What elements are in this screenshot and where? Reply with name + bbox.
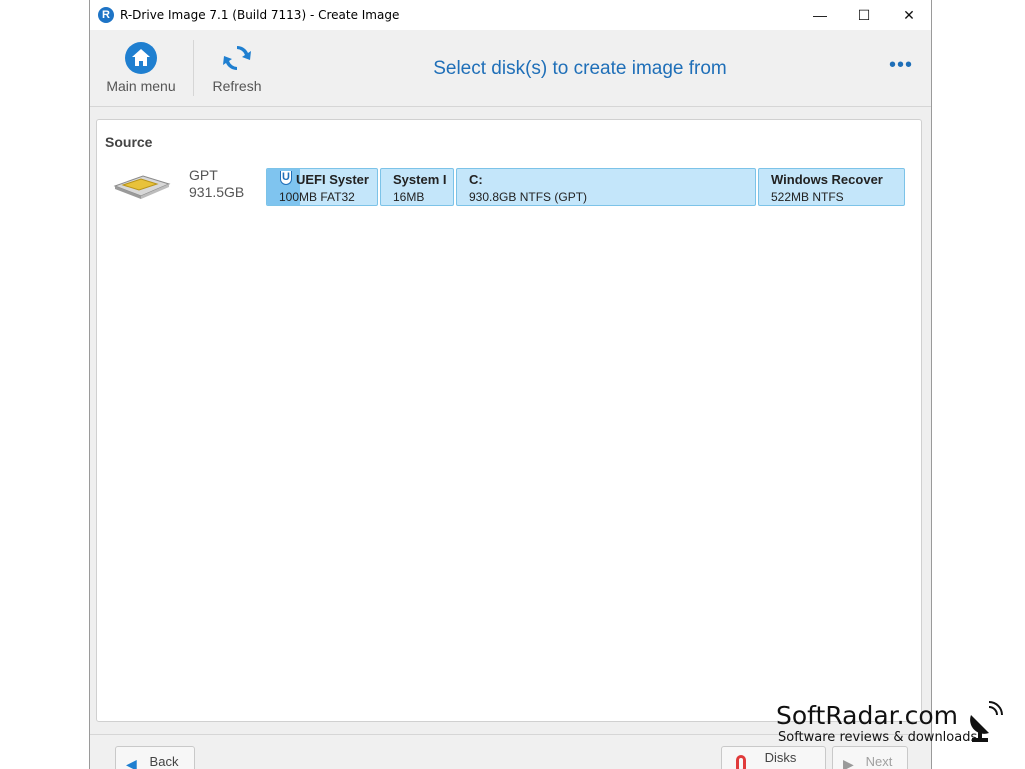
softradar-watermark: SoftRadar.com Software reviews & downloa… — [776, 701, 1025, 751]
toolbar: Main menu Refresh Select disk(s) to crea… — [90, 30, 931, 107]
disks-label: Disks — [764, 750, 797, 765]
partition-info: 100MB FAT32 — [279, 190, 355, 204]
satellite-dish-icon — [970, 701, 1003, 742]
disk-red-icon — [736, 755, 746, 769]
partition-uefi[interactable]: U UEFI Syster 100MB FAT32 — [266, 168, 378, 206]
refresh-label: Refresh — [212, 78, 262, 94]
partition-name: Windows Recover — [771, 172, 883, 187]
partition-name: UEFI Syster — [296, 172, 369, 187]
home-icon — [125, 42, 157, 74]
source-heading: Source — [105, 134, 153, 150]
app-window: R R-Drive Image 7.1 (Build 7113) - Creat… — [89, 0, 932, 769]
usb-marker-icon: U — [280, 171, 292, 185]
partition-name: C: — [469, 172, 483, 187]
back-button[interactable]: ◀ Back — [115, 746, 195, 769]
main-menu-button[interactable]: Main menu — [96, 42, 186, 94]
next-arrow-icon: ▶ — [843, 756, 854, 769]
partition-name: System I — [393, 172, 447, 187]
next-label: Next — [865, 754, 893, 769]
maximize-button[interactable]: ☐ — [841, 0, 887, 30]
main-menu-label: Main menu — [106, 78, 176, 94]
refresh-button[interactable]: Refresh — [192, 42, 282, 94]
minimize-button[interactable]: — — [797, 0, 843, 30]
refresh-icon — [223, 45, 251, 71]
watermark-subtitle: Software reviews & downloads — [778, 730, 978, 745]
partition-windows-recovery[interactable]: Windows Recover 522MB NTFS — [758, 168, 905, 206]
partition-system[interactable]: System I 16MB — [380, 168, 454, 206]
page-heading: Select disk(s) to create image from — [433, 58, 727, 79]
title-bar: R R-Drive Image 7.1 (Build 7113) - Creat… — [90, 0, 931, 30]
disk-type: GPT — [189, 167, 218, 183]
app-logo-icon: R — [98, 7, 114, 23]
watermark-title: SoftRadar.com — [776, 701, 958, 730]
disk-info[interactable]: GPT 931.5GB — [189, 167, 244, 201]
disk-size: 931.5GB — [189, 184, 245, 200]
partition-info: 16MB — [393, 190, 425, 204]
back-arrow-icon: ◀ — [126, 756, 137, 769]
back-label: Back — [149, 754, 179, 769]
disk-panel: Source GPT 931.5GB U UEFI Syster 100MB F… — [96, 119, 922, 722]
partition-info: 522MB NTFS — [771, 190, 844, 204]
partition-c[interactable]: C: 930.8GB NTFS (GPT) — [456, 168, 756, 206]
disk-drive-icon — [113, 175, 171, 199]
more-options-button[interactable]: ••• — [889, 54, 913, 77]
partition-info: 930.8GB NTFS (GPT) — [469, 190, 588, 204]
close-button[interactable]: ✕ — [886, 0, 931, 30]
window-title: R-Drive Image 7.1 (Build 7113) - Create … — [120, 8, 400, 22]
